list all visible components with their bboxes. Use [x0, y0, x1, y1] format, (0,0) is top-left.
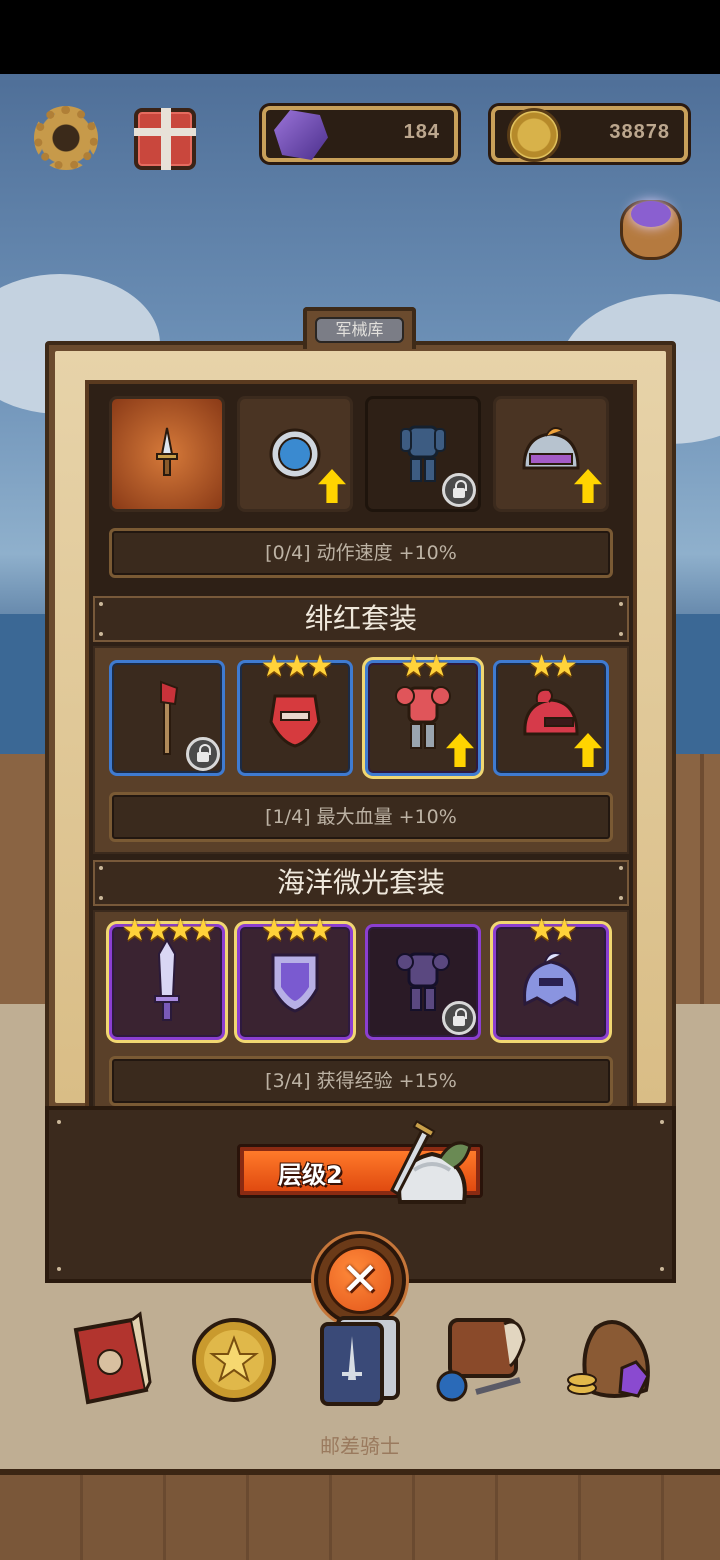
ocean-helmet-icon	[523, 952, 579, 1008]
star-coin-icon[interactable]	[188, 1310, 280, 1406]
ocean-sword-icon	[154, 937, 180, 1021]
game-title: 邮差骑士	[320, 1434, 400, 1458]
set-bonus: [3/4] 获得经验 +15%	[109, 1056, 613, 1106]
gift-icon[interactable]	[134, 108, 196, 170]
equipment-list[interactable]: [0/4] 动作速度 +10% 绯红套装 ★★★ ★★ ★★ [1/4] 最大血…	[85, 380, 637, 1110]
equipment-slot[interactable]	[109, 660, 225, 776]
lock-icon	[186, 737, 220, 771]
equipment-slot[interactable]	[237, 396, 353, 512]
gold-count: 38878	[609, 121, 670, 143]
panel-tab: 军械库	[303, 307, 416, 349]
helmet-icon	[522, 427, 580, 470]
star-rating: ★★	[528, 913, 578, 948]
dagger-icon	[156, 427, 178, 476]
equipment-set: [0/4] 动作速度 +10%	[89, 384, 633, 590]
treasure-bag-icon[interactable]	[566, 1310, 658, 1406]
book-icon[interactable]	[66, 1310, 158, 1406]
backpack-icon[interactable]	[436, 1310, 528, 1406]
equipment-slot[interactable]: ★★★	[237, 649, 353, 776]
armor-icon	[400, 425, 446, 482]
star-rating: ★★★★	[121, 913, 217, 948]
star-rating: ★★★	[260, 649, 334, 684]
set-title-text: 海洋微光套装	[276, 866, 445, 899]
gem-count: 184	[403, 121, 440, 143]
crimson-helmet-icon	[523, 688, 579, 736]
equipment-slot[interactable]	[365, 924, 481, 1040]
helmet-sword-icon[interactable]	[384, 1118, 480, 1214]
gem-icon	[274, 110, 328, 160]
set-bonus: [1/4] 最大血量 +10%	[109, 792, 613, 842]
round-shield-icon	[269, 428, 321, 480]
equipment-slot[interactable]	[109, 396, 225, 512]
tier-label: 层级2	[278, 1161, 343, 1189]
coin-icon	[507, 108, 561, 162]
star-rating: ★★	[400, 649, 450, 684]
status-bar	[0, 0, 720, 74]
equipment-slot[interactable]: ★★★	[237, 913, 353, 1040]
lock-icon	[442, 1001, 476, 1035]
star-rating: ★★★	[260, 913, 334, 948]
equipment-slot[interactable]: ★★	[365, 649, 481, 776]
set-title-text: 绯红套装	[304, 602, 417, 635]
loot-bag-icon[interactable]	[620, 200, 682, 260]
gold-counter: 38878	[491, 106, 688, 162]
equipment-slot[interactable]: ★★	[493, 649, 609, 776]
set-title: 海洋微光套装	[93, 860, 629, 906]
panel-title: 军械库	[315, 317, 404, 343]
gear-icon[interactable]	[34, 106, 98, 170]
crimson-armor-icon	[395, 686, 451, 749]
gem-counter: 184	[262, 106, 458, 162]
equipment-slot[interactable]: ★★★★	[109, 913, 225, 1040]
equipment-slot[interactable]	[493, 396, 609, 512]
set-bonus: [0/4] 动作速度 +10%	[109, 528, 613, 578]
equipment-set: 海洋微光套装 ★★★★ ★★★ ★★ [3/4] 获得经验 +15%	[89, 860, 633, 1106]
bottom-bar	[0, 1469, 720, 1560]
star-rating: ★★	[528, 649, 578, 684]
ocean-armor-icon	[396, 952, 450, 1011]
card-deck-icon[interactable]	[314, 1310, 406, 1406]
close-icon: ✕	[340, 1252, 380, 1306]
set-title: 绯红套装	[93, 596, 629, 642]
ocean-shield-icon	[271, 953, 319, 1013]
equipment-set: 绯红套装 ★★★ ★★ ★★ [1/4] 最大血量 +10%	[89, 596, 633, 854]
equipment-slot[interactable]	[365, 396, 481, 512]
lock-icon	[442, 473, 476, 507]
crimson-shield-icon	[269, 694, 321, 748]
equipment-slot[interactable]: ★★	[493, 913, 609, 1040]
crimson-axe-icon	[160, 680, 179, 755]
